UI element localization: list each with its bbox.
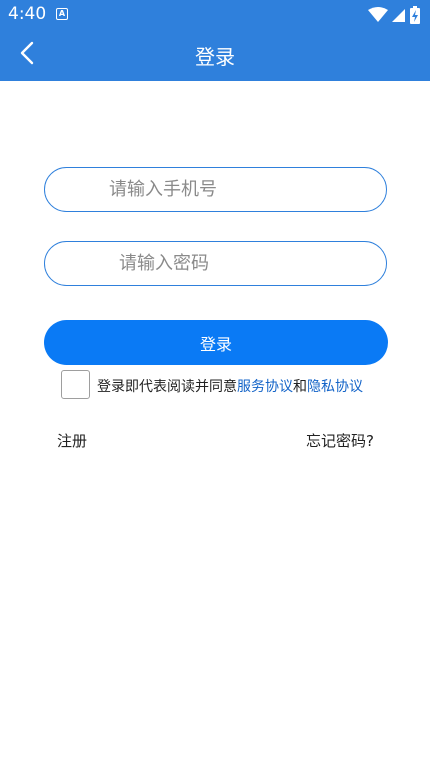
login-button[interactable]: 登录 — [44, 320, 388, 365]
agreement-row: 登录即代表阅读并同意服务协议和隐私协议 — [61, 370, 401, 400]
agreement-prefix: 登录即代表阅读并同意 — [97, 379, 237, 395]
service-agreement-link[interactable]: 服务协议 — [237, 379, 293, 395]
wifi-icon — [368, 7, 388, 23]
agreement-text: 登录即代表阅读并同意服务协议和隐私协议 — [97, 376, 363, 396]
agreement-conjunction: 和 — [293, 379, 307, 395]
privacy-agreement-link[interactable]: 隐私协议 — [307, 379, 363, 395]
notification-icon: A — [56, 8, 68, 20]
status-time: 4:40 — [8, 4, 47, 24]
register-link[interactable]: 注册 — [57, 430, 87, 451]
phone-field — [44, 167, 387, 212]
status-bar: 4:40 A — [0, 0, 430, 30]
signal-icon — [392, 7, 406, 23]
page-title: 登录 — [195, 45, 235, 69]
app-bar: 4:40 A 登录 — [0, 0, 430, 81]
agreement-checkbox[interactable] — [61, 370, 90, 399]
battery-icon — [410, 6, 420, 24]
forgot-password-link[interactable]: 忘记密码? — [306, 430, 374, 451]
phone-input[interactable] — [109, 168, 366, 211]
password-input[interactable] — [119, 242, 366, 285]
toolbar: 登录 — [0, 30, 430, 81]
system-icons — [368, 5, 420, 25]
password-field — [44, 241, 387, 286]
